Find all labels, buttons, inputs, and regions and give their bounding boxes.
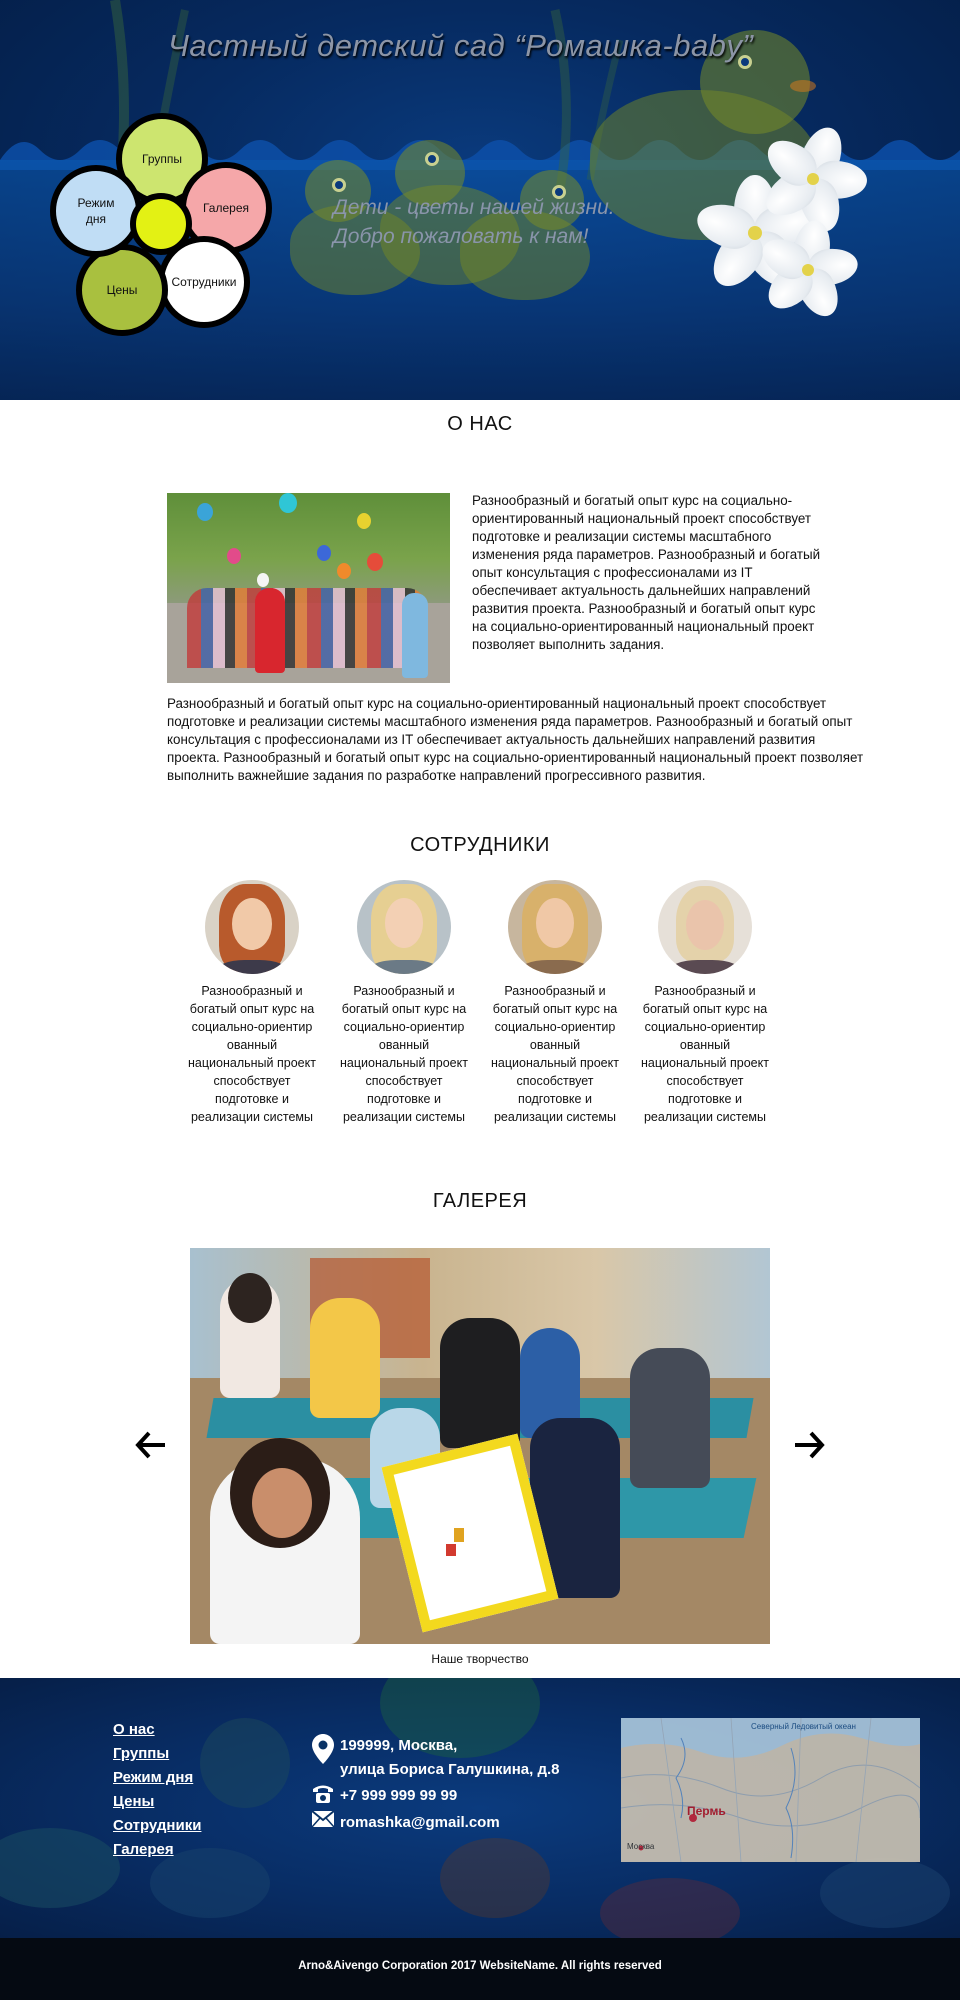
staff-photo	[357, 880, 451, 974]
staff-photo	[658, 880, 752, 974]
footer-decoration	[0, 1828, 120, 1908]
phone-number[interactable]: +7 999 999 99 99	[340, 1784, 457, 1808]
envelope-icon	[312, 1811, 340, 1827]
gallery-caption: Наше творчество	[431, 1652, 529, 1666]
lily-flowers-decoration	[660, 120, 870, 340]
site-title: Частный детский сад “Ромашка-baby”	[168, 28, 754, 63]
staff-card: Разнообразный и богатый опыт курс на соц…	[338, 880, 470, 1126]
tagline: Дети - цветы нашей жизни. Добро пожалова…	[333, 193, 653, 251]
staff-title: СОТРУДНИКИ	[410, 834, 550, 856]
staff-photo	[205, 880, 299, 974]
footer-nav-schedule[interactable]: Режим дня	[113, 1766, 201, 1790]
address-line-2: улица Бориса Галушкина, д.8	[340, 1761, 560, 1778]
map-label-city: Пермь	[687, 1804, 726, 1818]
flower-nav-label: Режим дня	[77, 196, 115, 226]
flower-nav-label: Галерея	[202, 201, 250, 215]
footer-nav-about[interactable]: О нас	[113, 1718, 201, 1742]
tagline-line-1: Дети - цветы нашей жизни.	[333, 196, 615, 219]
header-banner: Частный детский сад “Ромашка-baby” Дети …	[0, 0, 960, 400]
about-text-bottom: Разнообразный и богатый опыт курс на соц…	[167, 696, 864, 783]
contact-phone: +7 999 999 99 99	[312, 1784, 457, 1808]
flower-center	[130, 193, 192, 255]
footer-nav-groups[interactable]: Группы	[113, 1742, 201, 1766]
map-label-sea: Северный Ледовитый океан	[751, 1722, 856, 1731]
staff-description: Разнообразный и богатый опыт курс на соц…	[491, 984, 619, 1124]
flower-nav-label: Группы	[142, 152, 182, 166]
about-title: О НАС	[447, 413, 513, 435]
about-text-right: Разнообразный и богатый опыт курс на соц…	[472, 493, 821, 652]
staff-description: Разнообразный и богатый опыт курс на соц…	[188, 984, 316, 1124]
copyright: Arno&Aivengo Corporation 2017 WebsiteNam…	[298, 1960, 662, 1972]
email-address[interactable]: romashka@gmail.com	[340, 1811, 500, 1835]
staff-description: Разнообразный и богатый опыт курс на соц…	[340, 984, 468, 1124]
gallery-image	[190, 1248, 770, 1644]
tagline-line-2: Добро пожаловать к нам!	[333, 225, 589, 248]
flower-nav-prices[interactable]: Цены	[76, 244, 168, 336]
address-line-1: 199999, Москва,	[340, 1737, 458, 1754]
footer-nav-gallery[interactable]: Галерея	[113, 1838, 201, 1862]
location-pin-icon	[312, 1734, 340, 1764]
children-party-photo	[167, 493, 450, 683]
flower-nav-schedule[interactable]: Режим дня	[50, 165, 142, 257]
flower-nav-label: Сотрудники	[171, 275, 237, 289]
footer-nav-staff[interactable]: Сотрудники	[113, 1814, 201, 1838]
staff-photo	[508, 880, 602, 974]
footer: О нас Группы Режим дня Цены Сотрудники Г…	[0, 1678, 960, 1938]
flower-nav-label: Цены	[106, 283, 138, 297]
arrow-left-icon[interactable]	[134, 1428, 168, 1462]
gallery-title: ГАЛЕРЕЯ	[432, 1190, 528, 1212]
map-label-city-2: Москва	[627, 1842, 655, 1851]
staff-description: Разнообразный и богатый опыт курс на соц…	[641, 984, 769, 1124]
staff-card: Разнообразный и богатый опыт курс на соц…	[639, 880, 771, 1126]
staff-card: Разнообразный и богатый опыт курс на соц…	[186, 880, 318, 1126]
contact-address: 199999, Москва, улица Бориса Галушкина, …	[312, 1734, 560, 1782]
arrow-right-icon[interactable]	[792, 1428, 826, 1462]
map[interactable]: Северный Ледовитый океан Пермь Москва	[621, 1718, 920, 1862]
contact-email: romashka@gmail.com	[312, 1811, 500, 1835]
phone-icon	[312, 1784, 340, 1804]
footer-nav-prices[interactable]: Цены	[113, 1790, 201, 1814]
footer-nav: О нас Группы Режим дня Цены Сотрудники Г…	[113, 1718, 201, 1862]
staff-card: Разнообразный и богатый опыт курс на соц…	[489, 880, 621, 1126]
